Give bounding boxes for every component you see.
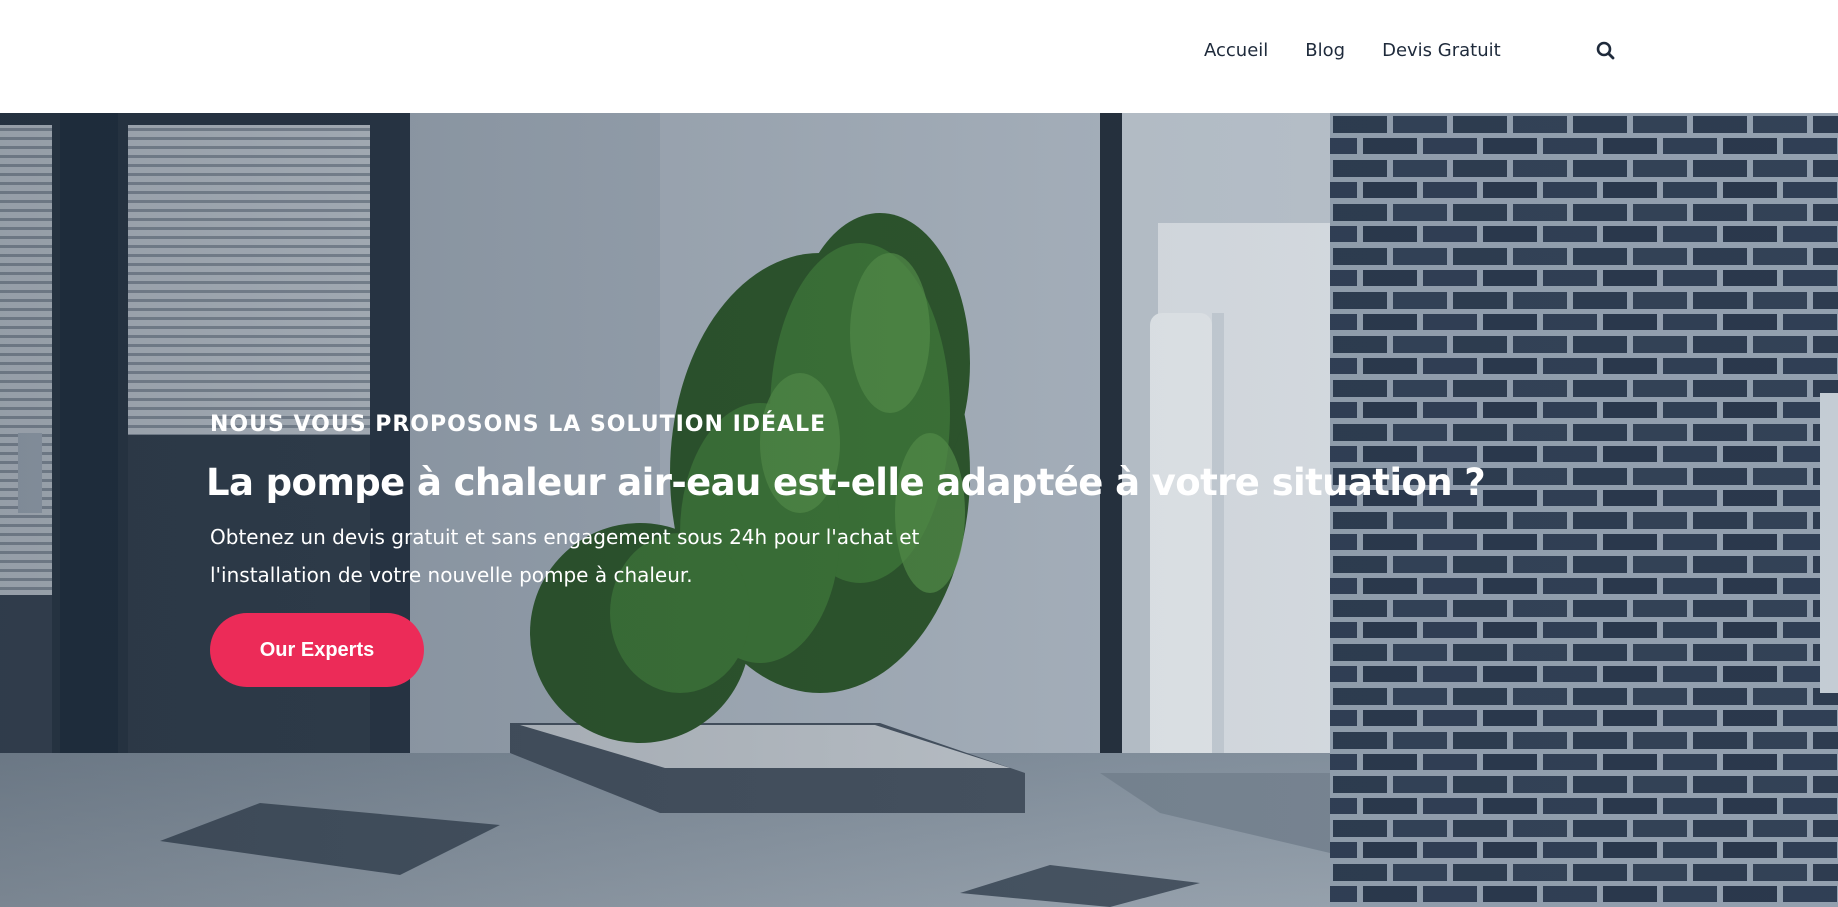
nav-link-blog[interactable]: Blog [1305,38,1345,64]
hero-overlay [0,113,1838,907]
our-experts-button[interactable]: Our Experts [210,613,424,687]
site-header: Accueil Blog Devis Gratuit [0,0,1838,113]
hero-section: NOUS VOUS PROPOSONS LA SOLUTION IDÉALE L… [0,113,1838,907]
nav-link-devis-gratuit[interactable]: Devis Gratuit [1382,38,1501,64]
search-icon[interactable] [1596,40,1616,62]
hero-headline: La pompe à chaleur air-eau est-elle adap… [206,461,1486,504]
hero-eyebrow: NOUS VOUS PROPOSONS LA SOLUTION IDÉALE [210,412,827,437]
main-nav: Accueil Blog Devis Gratuit [1204,38,1501,64]
nav-link-accueil[interactable]: Accueil [1204,38,1268,64]
hero-subtext: Obtenez un devis gratuit et sans engagem… [210,525,920,587]
